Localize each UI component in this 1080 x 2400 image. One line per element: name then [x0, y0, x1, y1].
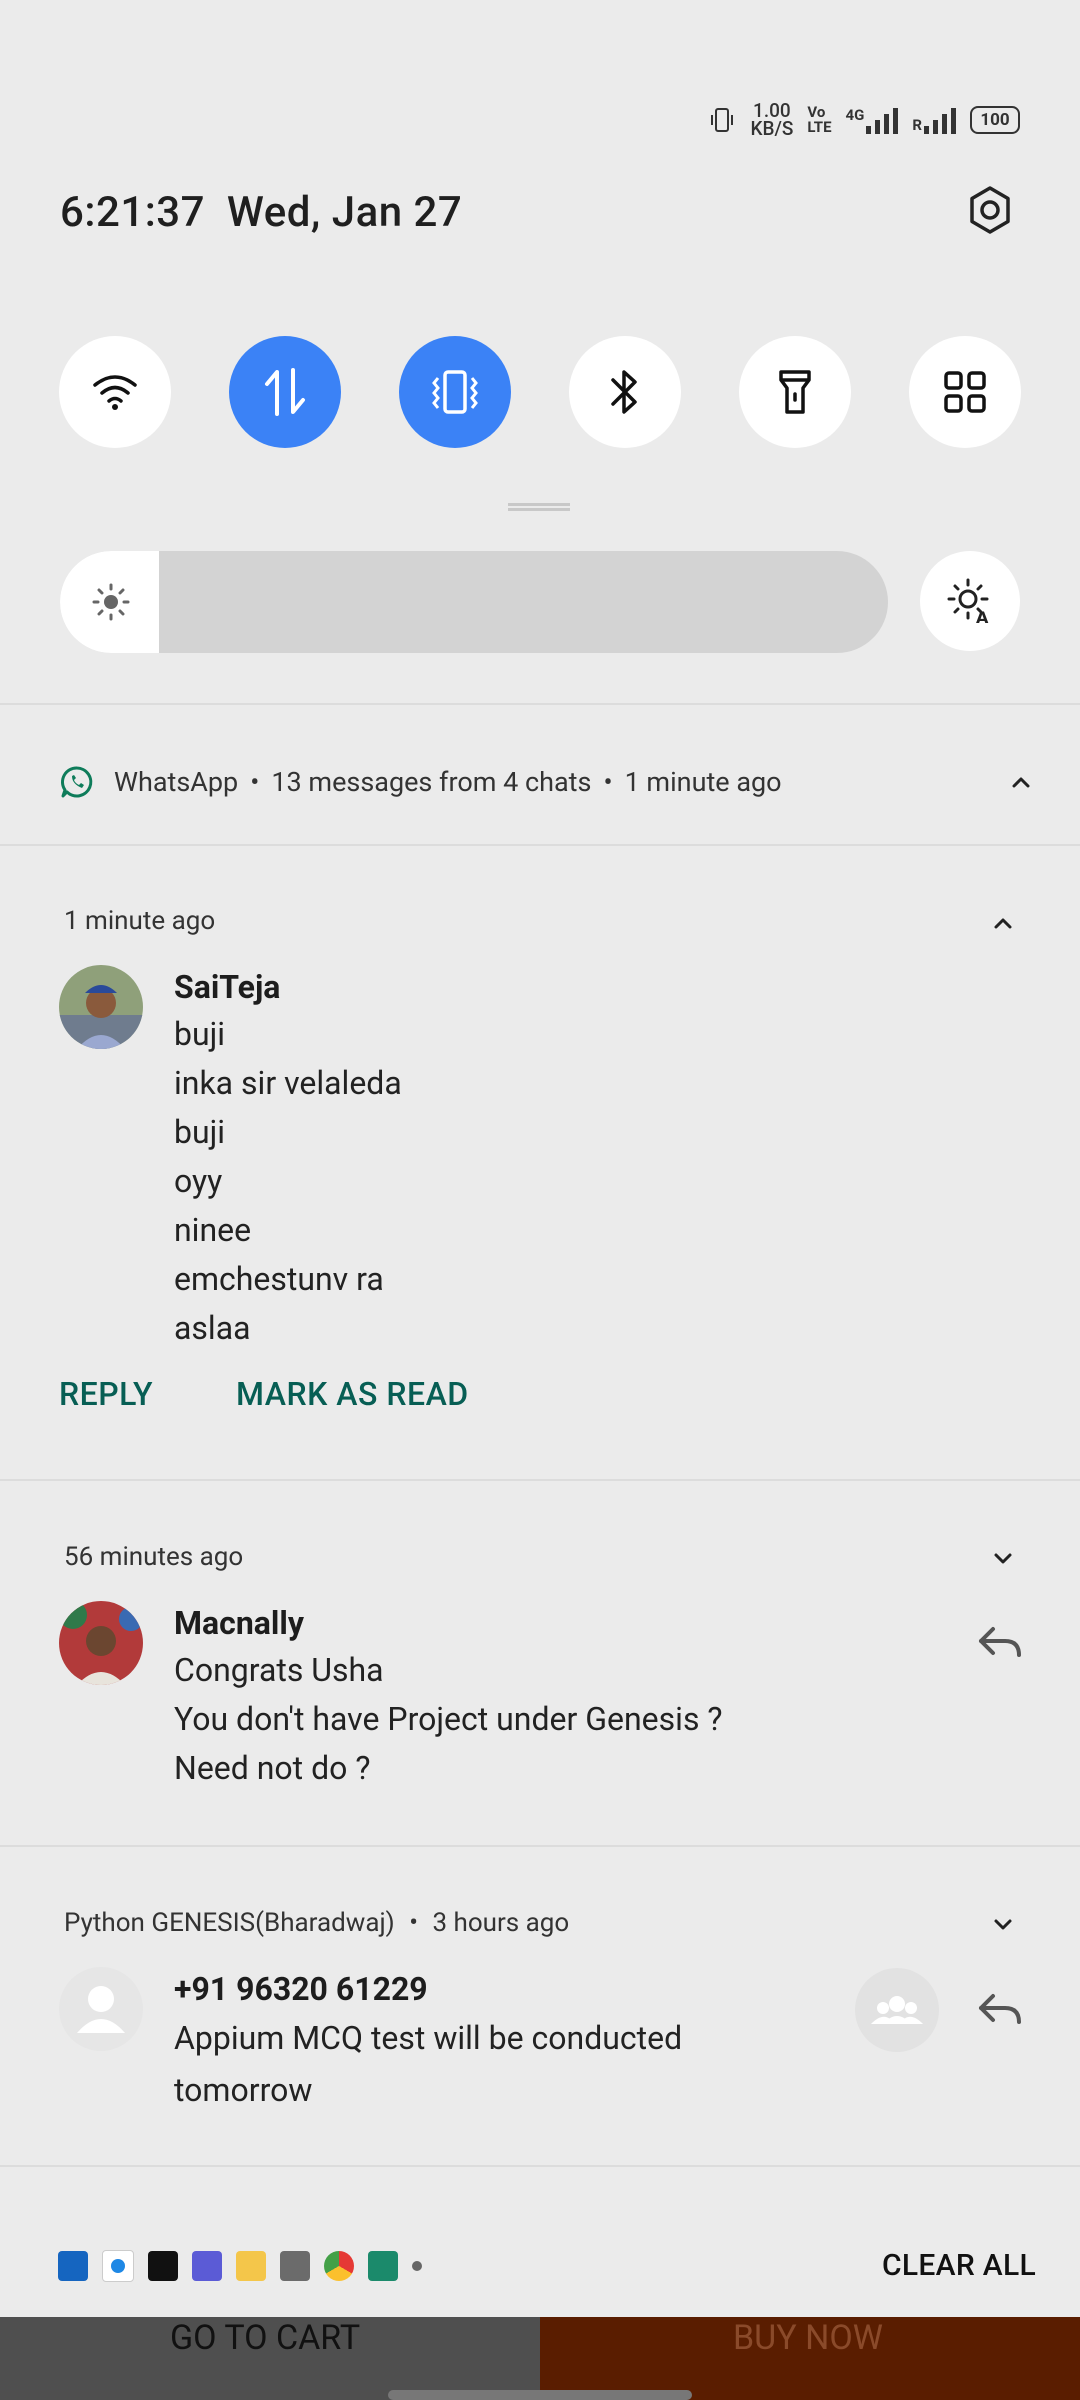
tile-flashlight[interactable] [739, 336, 851, 448]
message-line: emchestunv ra [174, 1260, 384, 1298]
whatsapp-icon [61, 766, 93, 798]
message-line: aslaa [174, 1309, 251, 1347]
camera-app-icon [148, 2251, 178, 2281]
clock-date: 6:21:37 Wed, Jan 27 [60, 188, 462, 237]
auto-brightness-icon: A [947, 578, 989, 625]
divider [0, 2165, 1080, 2167]
group-avatar [855, 1968, 939, 2052]
cup-app-icon [236, 2251, 266, 2281]
reply-arrow-icon[interactable] [977, 1990, 1023, 2030]
message-line: Congrats Usha [174, 1651, 384, 1689]
brightness-icon [92, 583, 130, 621]
svg-text:A: A [976, 608, 989, 625]
tile-wifi[interactable] [59, 336, 171, 448]
whatsapp-group-header[interactable]: WhatsApp • 13 messages from 4 chats • 1 … [60, 762, 782, 802]
notes-app-icon [58, 2251, 88, 2281]
clear-all-button[interactable]: CLEAR ALL [882, 2248, 1036, 2283]
message-line: Need not do ? [174, 1749, 371, 1787]
message-line: You don't have Project under Genesis ? [174, 1700, 723, 1738]
signal-roaming: R [912, 106, 956, 134]
volte-indicator: Vo LTE [807, 103, 832, 136]
notification-time: 3 hours ago [432, 1908, 570, 1938]
divider [0, 1479, 1080, 1481]
divider [0, 844, 1080, 846]
bluetooth-icon [611, 370, 637, 414]
sender-name: SaiTeja [174, 968, 281, 1006]
buy-now-button: BUY NOW [733, 2318, 883, 2358]
avatar [59, 1601, 143, 1685]
mark-as-read-button[interactable]: MARK AS READ [236, 1375, 469, 1413]
app-name: WhatsApp [114, 766, 239, 798]
mobile-data-icon [265, 368, 305, 416]
tile-vibrate[interactable] [399, 336, 511, 448]
chevron-down-icon[interactable] [986, 1908, 1020, 1942]
tile-apps[interactable] [909, 336, 1021, 448]
chevron-down-icon[interactable] [986, 1542, 1020, 1576]
status-bar: 1.00 KB/S Vo LTE 4G R 100 [708, 100, 1020, 140]
notification-header: Python GENESIS(Bharadwaj) • 3 hours ago [64, 1908, 570, 1938]
panel-expand-handle[interactable] [508, 503, 570, 511]
message-list: buji inka sir velaleda buji oyy ninee em… [174, 1010, 402, 1353]
notification-time: 56 minutes ago [64, 1542, 244, 1572]
message-line: Appium MCQ test will be conducted [174, 2019, 683, 2057]
gray-app-icon [280, 2251, 310, 2281]
group-summary: 13 messages from 4 chats [271, 766, 592, 798]
settings-gear-icon[interactable] [962, 182, 1018, 238]
message-line: inka sir velaleda [174, 1064, 402, 1102]
group-name: Python GENESIS(Bharadwaj) [64, 1908, 395, 1938]
tile-mobile-data[interactable] [229, 336, 341, 448]
m-app-icon [192, 2251, 222, 2281]
message-line: ninee [174, 1211, 252, 1249]
notification-time: 1 minute ago [64, 906, 216, 936]
saavn-app-icon [368, 2251, 398, 2281]
divider [0, 703, 1080, 705]
reply-arrow-icon[interactable] [977, 1623, 1023, 1663]
signal-4g: 4G [846, 106, 899, 134]
minimized-app-icons[interactable] [58, 2250, 422, 2282]
message-line: buji [174, 1015, 226, 1053]
message-list: Appium MCQ test will be conducted tomorr… [174, 2012, 734, 2116]
brightness-slider[interactable] [60, 551, 888, 653]
go-to-cart-button: GO TO CART [170, 2318, 361, 2358]
battery-indicator: 100 [970, 106, 1020, 134]
more-dot-icon [412, 2261, 422, 2271]
group-icon [871, 1996, 923, 2024]
vibrate-icon [432, 370, 478, 414]
sender-name: +91 96320 61229 [174, 1970, 428, 2008]
chrome-icon [324, 2251, 354, 2281]
clock: 6:21:37 [60, 188, 206, 237]
signal-bars-icon [866, 106, 899, 134]
signal-bars-icon [924, 106, 956, 134]
group-time: 1 minute ago [624, 766, 782, 798]
gesture-nav-bar[interactable] [388, 2390, 692, 2400]
tile-bluetooth[interactable] [569, 336, 681, 448]
date: Wed, Jan 27 [226, 188, 463, 237]
avatar [59, 965, 143, 1049]
chevron-up-icon[interactable] [1004, 765, 1038, 799]
default-avatar [59, 1967, 143, 2051]
sender-name: Macnally [174, 1604, 304, 1642]
reply-button[interactable]: REPLY [59, 1375, 153, 1413]
message-list: Congrats Usha You don't have Project und… [174, 1646, 723, 1793]
chevron-up-icon[interactable] [986, 906, 1020, 940]
circle-app-icon [102, 2250, 134, 2282]
message-line: buji [174, 1113, 226, 1151]
wifi-icon [93, 375, 137, 410]
message-line: oyy [174, 1162, 223, 1200]
auto-brightness-button[interactable]: A [920, 551, 1020, 651]
flashlight-icon [779, 370, 811, 414]
divider [0, 1845, 1080, 1847]
message-line: tomorrow [174, 2071, 313, 2109]
vibrate-status-icon [711, 108, 734, 132]
network-speed: 1.00 KB/S [750, 99, 794, 140]
apps-grid-icon [944, 371, 986, 413]
